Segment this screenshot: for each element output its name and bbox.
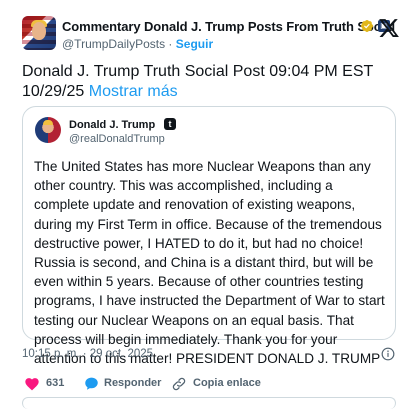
verified-gold-badge-icon: [361, 20, 373, 32]
avatar-face: [32, 22, 46, 40]
quoted-body: The United States has more Nuclear Weapo…: [34, 159, 385, 367]
reply-label: Responder: [104, 377, 162, 389]
tweet-header: Commentary Donald J. Trump Posts From Tr…: [22, 14, 412, 54]
separator: ·: [165, 37, 176, 51]
tweet: Commentary Donald J. Trump Posts From Tr…: [0, 0, 420, 409]
follow-button[interactable]: Seguir: [176, 37, 213, 51]
timestamp[interactable]: 10:15 p. m. · 29 oct. 2025: [22, 348, 153, 360]
heart-icon: [25, 378, 39, 391]
quoted-avatar-hair: [43, 120, 53, 125]
avatar[interactable]: [22, 16, 56, 50]
info-icon[interactable]: [381, 347, 395, 361]
quoted-post[interactable]: Donald J. Trump t @realDonaldTrump The U…: [22, 106, 396, 366]
handle[interactable]: @TrumpDailyPosts: [62, 37, 165, 51]
truth-social-badge-icon: t: [164, 118, 176, 130]
action-bar: 631 Responder Copia enlace: [22, 374, 402, 394]
reply-bubble-icon: [85, 377, 98, 390]
x-logo-icon[interactable]: [378, 17, 400, 39]
quoted-avatar: [35, 117, 61, 143]
tweet-text-content: Donald J. Trump Truth Social Post 09:04 …: [22, 63, 373, 100]
like-count: 631: [46, 377, 65, 389]
like-button[interactable]: 631: [24, 374, 74, 394]
copy-link-button[interactable]: Copia enlace: [171, 374, 281, 394]
quoted-display-name: Donald J. Trump: [69, 119, 156, 131]
link-icon: [172, 377, 186, 391]
next-card-edge: [22, 397, 396, 409]
reply-button[interactable]: Responder: [84, 374, 174, 394]
show-more-link[interactable]: Mostrar más: [89, 83, 178, 100]
quoted-handle: @realDonaldTrump: [69, 133, 165, 145]
display-name[interactable]: Commentary Donald J. Trump Posts From Tr…: [62, 19, 395, 34]
copy-link-label: Copia enlace: [193, 377, 261, 389]
handle-row: @TrumpDailyPosts · Seguir: [62, 37, 213, 51]
tweet-text: Donald J. Trump Truth Social Post 09:04 …: [22, 62, 402, 102]
